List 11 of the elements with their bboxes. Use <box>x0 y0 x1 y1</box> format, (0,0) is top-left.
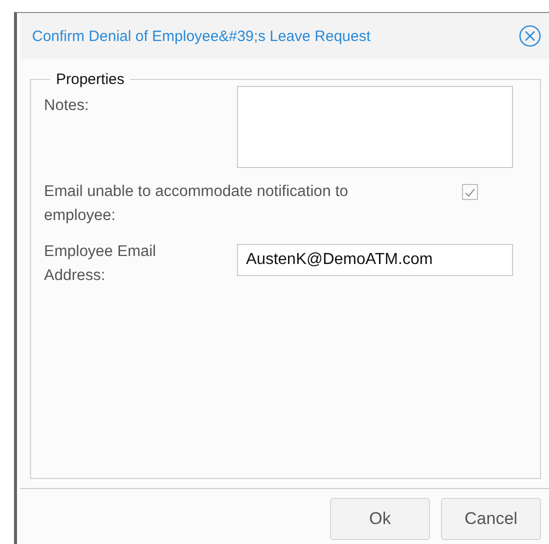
field-label: Employee Email Address: <box>44 242 157 286</box>
notes-field[interactable] <box>237 86 513 168</box>
checkbox[interactable] <box>462 184 478 200</box>
dialog-button[interactable]: Cancel <box>441 498 541 540</box>
group-legend: Properties <box>50 71 130 88</box>
close-icon[interactable] <box>519 25 541 47</box>
email-field[interactable]: AustenK@DemoATM.com <box>237 244 513 276</box>
dialog-button[interactable]: Ok <box>330 498 430 540</box>
dialog-title: Confirm Denial of Employee&#39;s Leave Request <box>32 28 371 44</box>
field-label: Email unable to accommodate notification to employee: <box>44 182 350 226</box>
field-label: Notes: <box>44 96 90 116</box>
